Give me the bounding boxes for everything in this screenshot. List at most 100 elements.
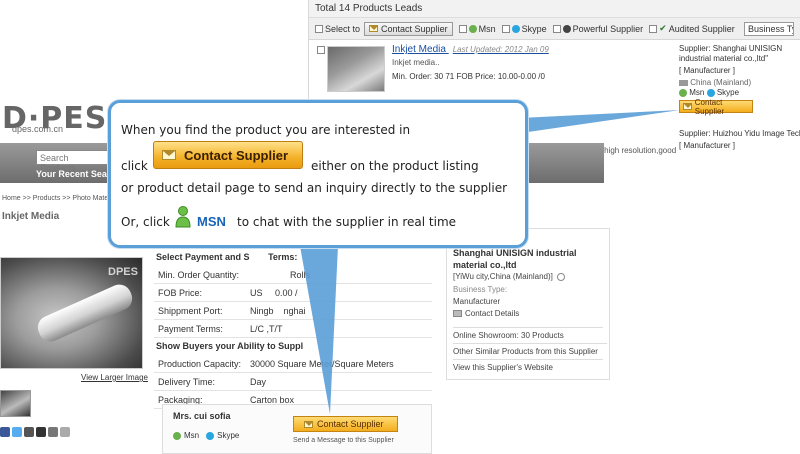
msn-filter-label: Msn — [478, 23, 496, 34]
product-title-link[interactable]: Inkjet Media Last Updated: 2012 Jan 09 — [392, 44, 549, 55]
msn-icon[interactable] — [679, 88, 687, 97]
card-contact-label: Contact Supplier — [317, 419, 384, 429]
callout-line-3: or product detail page to send an inquir… — [121, 181, 508, 195]
spec-value: Rolls — [290, 269, 311, 280]
spec-value: Carton box — [250, 394, 295, 405]
spec-label: Packaging: — [158, 394, 203, 405]
callout-click-label: click — [121, 159, 148, 173]
product-thumbnail[interactable] — [327, 46, 385, 92]
product-checkbox[interactable] — [317, 46, 325, 54]
email-icon[interactable] — [60, 427, 70, 437]
callout-msn-label[interactable]: MSN — [197, 214, 226, 229]
product-main-image[interactable]: DPES — [0, 257, 143, 369]
total-leads-bar: Total 14 Products Leads — [309, 0, 800, 18]
supplier2-type: [ Manufacturer ] — [679, 141, 736, 150]
spec-label: Shippment Port: — [158, 305, 223, 316]
payment-terms-heading: Select Payment and S Terms: — [154, 252, 432, 266]
product-updated: Last Updated: 2012 Jan 09 — [452, 45, 549, 54]
product-description: Inkjet media.. — [392, 58, 440, 67]
skype-icon[interactable] — [206, 431, 215, 440]
total-prefix: Total — [315, 3, 337, 14]
business-type-label: Business Type: — [453, 285, 508, 294]
msn-icon — [468, 24, 477, 33]
supplier1-name[interactable]: Supplier: Shanghai UNISIGN industrial ma… — [679, 44, 800, 64]
seller-skype[interactable]: Skype — [217, 431, 239, 440]
envelope-icon — [683, 103, 692, 110]
delicious-icon[interactable] — [36, 427, 46, 437]
supplier1-skype[interactable]: Skype — [717, 88, 739, 97]
product-specs: Select Payment and S Terms: Min. Order Q… — [154, 252, 432, 409]
contact-card-icon — [453, 310, 462, 317]
breadcrumb[interactable]: Home >> Products >> Photo Mate — [2, 195, 108, 202]
supplier1-contact-button[interactable]: Contact Supplier — [679, 97, 753, 116]
audited-filter-checkbox[interactable] — [649, 24, 658, 33]
site-logo-url: dpes.com.cn — [12, 124, 64, 134]
supplier1-contact-label: Contact Supplier — [694, 97, 725, 116]
envelope-icon — [304, 420, 313, 428]
spec-value: Day — [250, 376, 267, 387]
callout-either-text: either on the product listing — [311, 159, 479, 173]
toolbar-contact-supplier-button[interactable]: Contact Supplier — [364, 21, 453, 36]
contact-details-link[interactable]: Contact Details — [453, 309, 519, 318]
spec-row: FOB Price: US 0.00 / — [154, 284, 432, 302]
view-larger-image-link[interactable]: View Larger Image — [81, 373, 148, 382]
digg-icon[interactable] — [48, 427, 58, 437]
spec-label: Production Capacity: — [158, 358, 242, 369]
powerful-filter-checkbox[interactable] — [552, 24, 561, 33]
supplier1-country-text: China (Mainland) — [690, 78, 752, 87]
supplier-website-link[interactable]: View this Supplier's Website — [453, 359, 603, 372]
spec-row: Production Capacity: 30000 Square Meter/S… — [154, 355, 432, 373]
image-watermark: DPES — [108, 266, 138, 278]
seller-msn[interactable]: Msn — [184, 431, 199, 440]
spec-label: FOB Price: — [158, 287, 203, 298]
supplier-name[interactable]: Shanghai UNISIGN industrial material co.… — [453, 247, 609, 271]
card-contact-supplier-button[interactable]: Contact Supplier — [293, 416, 398, 432]
supplier1-msn[interactable]: Msn — [689, 88, 704, 97]
skype-filter-checkbox[interactable] — [501, 24, 510, 33]
callout-line-1: When you find the product you are intere… — [121, 123, 411, 137]
facebook-icon[interactable] — [0, 427, 10, 437]
callout-chat-text: to chat with the supplier in real time — [237, 215, 457, 229]
twitter-icon[interactable] — [12, 427, 22, 437]
online-showroom-link[interactable]: Online Showroom: 30 Products — [453, 327, 603, 340]
send-message-caption: Send a Message to this Supplier — [293, 437, 394, 444]
contact-details-label: Contact Details — [465, 309, 520, 318]
location-info-icon[interactable] — [557, 272, 566, 281]
payment-heading-tail: Terms: — [268, 252, 298, 262]
callout-contact-supplier-button[interactable]: Contact Supplier — [153, 141, 303, 169]
msn-icon[interactable] — [173, 431, 181, 440]
recent-searches-label: Your Recent Sea — [36, 169, 107, 179]
supplier1-im: Msn Skype — [679, 88, 739, 97]
select-to-label: Select to — [325, 23, 361, 34]
callout-or-click: Or, click — [121, 215, 170, 229]
share-icons — [0, 427, 70, 437]
china-flag-icon — [679, 79, 688, 86]
business-type-select[interactable]: Business Type — [744, 21, 794, 36]
skype-filter-label: Skype — [521, 23, 547, 34]
spec-row: Min. Order Quantity: Rolls — [154, 266, 432, 284]
product-min-order: Min. Order: 30 71 FOB Price: 10.00-0.00 … — [392, 72, 545, 81]
envelope-icon — [369, 25, 379, 32]
supplier-location: [YiWu city,China (Mainland)] — [453, 272, 566, 281]
skype-icon[interactable] — [706, 88, 715, 97]
spec-value: L/C ,T/T — [250, 323, 283, 334]
supplier2-name[interactable]: Supplier: Huizhou Yidu Image Technology — [679, 129, 800, 138]
supplier-info-panel: Shanghai UNISIGN industrial material co.… — [446, 228, 610, 380]
search-input[interactable]: Search Products — [36, 150, 108, 173]
instruction-callout: When you find the product you are intere… — [108, 100, 528, 248]
audited-filter-label: Audited Supplier — [668, 23, 735, 34]
msn-buddy-icon[interactable] — [175, 206, 191, 228]
spec-label: Delivery Time: — [158, 376, 216, 387]
select-all-checkbox[interactable] — [315, 24, 323, 33]
other-products-link[interactable]: Other Similar Products from this Supplie… — [453, 343, 607, 356]
msn-filter-checkbox[interactable] — [458, 24, 467, 33]
total-suffix: Products Leads — [352, 3, 423, 14]
spec-value: US 0.00 / — [250, 287, 298, 298]
business-type-value: Manufacturer — [453, 297, 501, 306]
powerful-filter-label: Powerful Supplier — [572, 23, 644, 34]
product-thumbnail-small[interactable] — [0, 390, 31, 417]
spec-value: Ningb nghai — [250, 305, 306, 316]
spec-row: Shippment Port: Ningb nghai — [154, 302, 432, 320]
ability-heading: Show Buyers your Ability to Suppl — [156, 341, 304, 351]
blogger-icon[interactable] — [24, 427, 34, 437]
